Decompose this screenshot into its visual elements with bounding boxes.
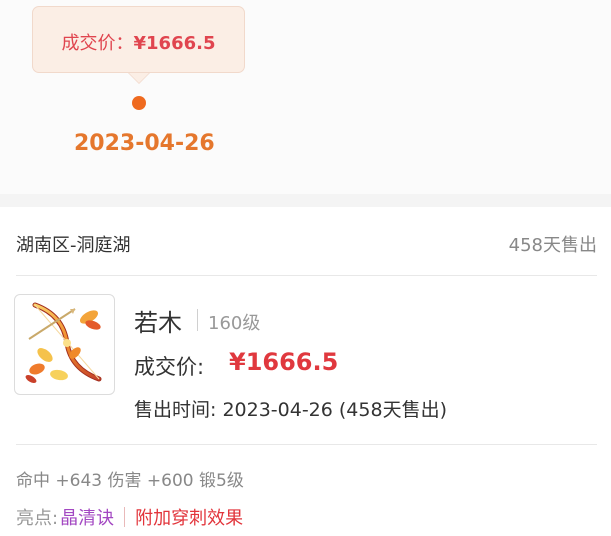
price-tooltip: 成交价：¥1666.5 — [32, 6, 245, 73]
chart-data-point[interactable] — [132, 96, 146, 110]
highlight-tag: 附加穿刺效果 — [135, 508, 244, 529]
item-name-divider — [197, 309, 198, 331]
item-name: 若木 — [134, 309, 182, 337]
price-label: 成交价: — [134, 355, 205, 379]
price-history-chart[interactable]: 成交价：¥1666.5 2023-04-26 — [0, 0, 611, 194]
item-level: 160级 — [208, 313, 261, 334]
tooltip-label: 成交价： — [61, 33, 134, 54]
trade-detail-page: 成交价：¥1666.5 2023-04-26 湖南区-洞庭湖 458天售出 若木… — [0, 0, 611, 536]
bow-weapon-image — [25, 302, 102, 383]
tooltip-arrow — [129, 73, 149, 83]
item-highlights: 亮点: 晶清诀 附加穿刺效果 — [16, 504, 243, 530]
tooltip-text: 成交价：¥1666.5 — [33, 29, 244, 55]
highlight-tag: 晶清诀 — [60, 508, 115, 529]
highlights-label: 亮点: — [16, 508, 59, 529]
sold-days: 458天售出 — [508, 235, 597, 256]
sold-time: 售出时间: 2023-04-26 (458天售出) — [134, 399, 447, 421]
server-name: 湖南区-洞庭湖 — [16, 235, 131, 256]
item-attributes: 命中 +643 伤害 +600 锻5级 — [16, 471, 244, 491]
server-row: 湖南区-洞庭湖 458天售出 — [16, 207, 597, 276]
price-value: ¥1666.5 — [229, 348, 339, 376]
trade-record-card[interactable]: 湖南区-洞庭湖 458天售出 若木 160级 成交价: ¥1666.5 售出时间… — [0, 207, 611, 536]
card-divider — [16, 444, 597, 445]
tooltip-price: ¥1666.5 — [133, 33, 216, 54]
highlight-divider — [124, 507, 126, 527]
bow-weapon-icon[interactable] — [14, 294, 115, 395]
chart-point-date: 2023-04-26 — [74, 131, 215, 156]
